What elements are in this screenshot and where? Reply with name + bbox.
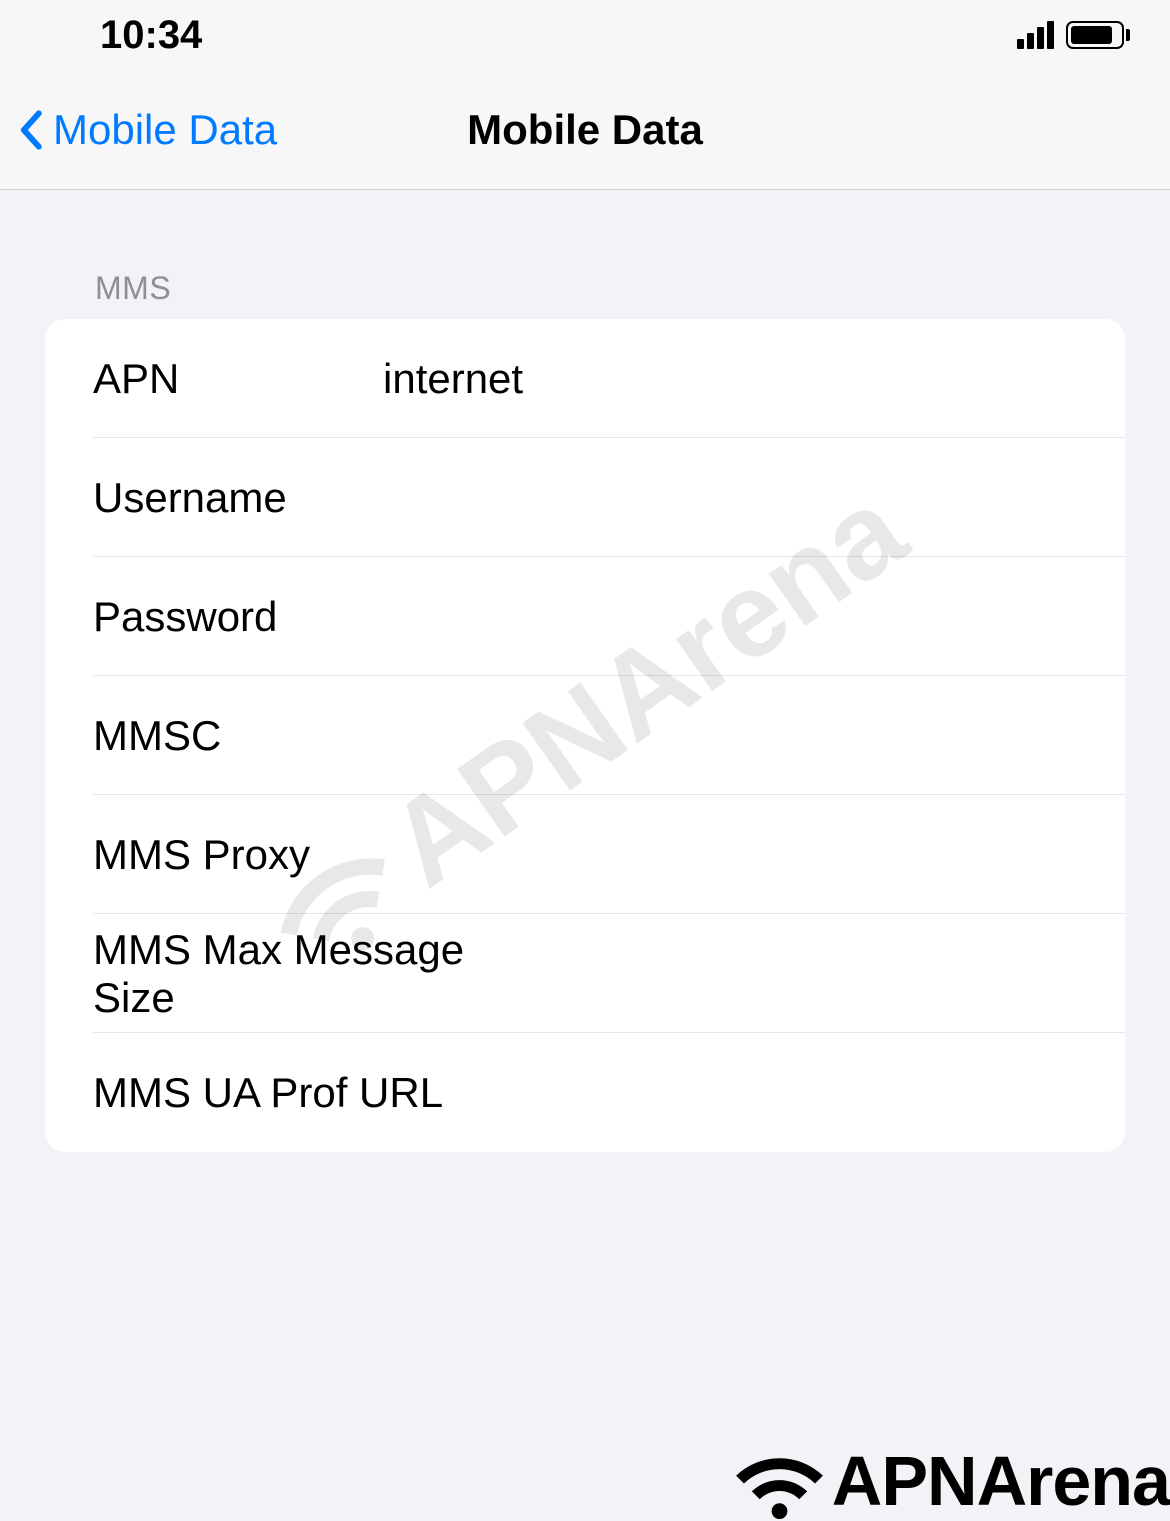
apn-label: APN [93, 355, 383, 403]
password-label: Password [93, 593, 383, 641]
mms-ua-prof-label: MMS UA Prof URL [93, 1069, 536, 1117]
mms-proxy-label: MMS Proxy [93, 831, 383, 879]
mms-proxy-row[interactable]: MMS Proxy [45, 795, 1125, 914]
username-label: Username [93, 474, 383, 522]
mms-max-size-label: MMS Max Message Size [93, 926, 536, 1022]
apnarena-logo: APNArena [732, 1441, 1170, 1521]
wifi-icon [732, 1444, 827, 1519]
mmsc-row[interactable]: MMSC [45, 676, 1125, 795]
apn-row[interactable]: APN [45, 319, 1125, 438]
status-bar: 10:34 [0, 0, 1170, 70]
status-time: 10:34 [100, 13, 202, 58]
mms-max-size-input[interactable] [536, 950, 1077, 998]
battery-icon [1066, 21, 1130, 49]
back-button[interactable]: Mobile Data [18, 106, 277, 154]
mms-max-size-row[interactable]: MMS Max Message Size [45, 914, 1125, 1033]
cellular-signal-icon [1017, 21, 1054, 49]
chevron-left-icon [18, 110, 43, 150]
mmsc-label: MMSC [93, 712, 383, 760]
page-title: Mobile Data [467, 106, 703, 154]
navigation-bar: Mobile Data Mobile Data [0, 70, 1170, 190]
mmsc-input[interactable] [383, 712, 1077, 760]
password-row[interactable]: Password [45, 557, 1125, 676]
status-indicators [1017, 21, 1130, 49]
mms-settings-group: APN Username Password MMSC MMS Proxy MMS… [45, 319, 1125, 1152]
back-label: Mobile Data [53, 106, 277, 154]
mms-ua-prof-row[interactable]: MMS UA Prof URL [45, 1033, 1125, 1152]
password-input[interactable] [383, 593, 1077, 641]
logo-text: APNArena [832, 1441, 1170, 1521]
mms-proxy-input[interactable] [383, 831, 1077, 879]
section-header-mms: MMS [0, 270, 1170, 319]
username-row[interactable]: Username [45, 438, 1125, 557]
username-input[interactable] [383, 474, 1077, 522]
mms-ua-prof-input[interactable] [536, 1069, 1077, 1117]
apn-input[interactable] [383, 355, 1077, 403]
content: MMS APN Username Password MMSC MMS Proxy… [0, 190, 1170, 1152]
